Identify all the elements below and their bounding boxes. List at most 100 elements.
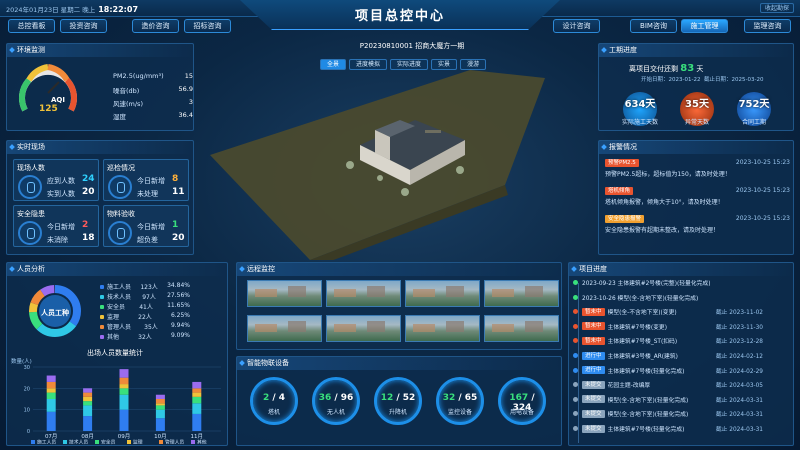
bar-segment <box>46 392 56 399</box>
env-title: 环境监测 <box>7 44 193 57</box>
tab-1[interactable]: 进度模拟 <box>349 59 388 70</box>
bim-model-view[interactable] <box>200 70 600 260</box>
progress-text: 主体建筑#7号楼(轻量化完成) <box>607 427 685 433</box>
legend-swatch <box>100 335 104 339</box>
worker-legend-row: 施工人员 123人 34.84% <box>100 282 190 291</box>
progress-date: 截止 2024-03-31 <box>715 427 763 433</box>
progress-item[interactable]: 未提交 花园主题-改编厚 截止 2024-03-05 <box>573 380 763 389</box>
nav-left-0[interactable]: 总控看板 <box>8 19 55 33</box>
bar-segment <box>46 381 56 389</box>
datetime: 2024年01月23日 星期二 晚上 18:22:07 <box>6 4 138 14</box>
progress-item[interactable]: 未提交 模型(全-含地下室)(轻量化完成) 截止 2024-03-31 <box>573 409 763 418</box>
progress-date: 截止 2024-02-29 <box>715 368 763 375</box>
status-dot <box>573 411 578 417</box>
progress-item[interactable]: 进行中 主体建筑#7号楼(轻量化完成) 截止 2024-02-29 <box>573 366 763 375</box>
progress-text: 主体建筑#3号楼_AR(建筑) <box>607 354 678 360</box>
camera-feed-3[interactable] <box>405 280 480 307</box>
progress-item[interactable]: 暂未中 主体建筑#7号楼_ST(扣码) 截止 2023-12-28 <box>573 336 763 345</box>
progress-text: 模型(全-含地下室)(轻量化完成) <box>607 412 689 419</box>
progress-item[interactable]: 暂未中 主体建筑#7号楼(变更) 截止 2023-11-30 <box>573 322 763 331</box>
progress-item[interactable]: 2023-10-26 模型(全-含地下室)(轻量化完成) <box>573 293 763 302</box>
personnel-card[interactable]: 现场人数 应到人数 24 实到人数 20 <box>13 159 99 201</box>
progress-date: 截止 2024-03-05 <box>715 383 763 390</box>
nav-right-3[interactable]: 监理咨询 <box>744 19 791 33</box>
device-tower-crane[interactable]: 2 / 4 塔机 <box>250 377 298 425</box>
nav-left-2[interactable]: 造价咨询 <box>132 19 179 33</box>
shield-icon <box>18 221 42 245</box>
status-badge: 未提交 <box>582 424 605 433</box>
progress-title: 项目进度 <box>569 263 793 276</box>
legend-swatch <box>100 305 104 309</box>
bar-segment <box>192 392 202 397</box>
camera-feed-8[interactable] <box>484 315 559 342</box>
worker-legend-row: 安全员 41人 11.65% <box>100 302 190 311</box>
env-row-2: 风速(m/s) 3 <box>113 98 193 108</box>
progress-item[interactable]: 进行中 主体建筑#3号楼_AR(建筑) 截止 2024-02-12 <box>573 351 763 360</box>
inspection-card[interactable]: 巡检情况 今日新增 8 未处理 11 <box>103 159 189 201</box>
status-dot <box>573 309 578 315</box>
nav-right-2[interactable]: 施工管理 <box>681 19 728 33</box>
safety-card[interactable]: 安全隐患 今日新增 2 未消除 18 <box>13 205 99 247</box>
box-icon <box>108 221 132 245</box>
camera-feed-4[interactable] <box>484 280 559 307</box>
device-camera[interactable]: 32 / 65 监控设备 <box>436 377 484 425</box>
material-card[interactable]: 物料验收 今日新增 1 超负差 20 <box>103 205 189 247</box>
tab-3[interactable]: 实景 <box>431 59 458 70</box>
nav-right-1[interactable]: BIM咨询 <box>630 19 677 33</box>
series-legend-swatch <box>95 440 99 444</box>
camera-feed-2[interactable] <box>326 280 401 307</box>
bar-segment <box>119 369 129 378</box>
worker-legend-row: 技术人员 97人 27.56% <box>100 292 190 301</box>
status-badge: 进行中 <box>582 351 605 360</box>
header: 2024年01月23日 星期二 晚上 18:22:07 项目总控中心 收起勘探 <box>0 0 800 40</box>
deadline-line: 离项目交付还剩 83 天 <box>629 63 704 74</box>
camera-feed-6[interactable] <box>326 315 401 342</box>
alert-item-2[interactable]: 安全隐患报警 2023-10-25 15:23 安全隐患报警有超期未整改，请及时处理… <box>605 215 790 234</box>
bar-segment <box>46 399 56 412</box>
progress-date: 截止 2024-03-31 <box>715 412 763 419</box>
site-title: 实时现场 <box>7 141 193 154</box>
progress-item[interactable]: 2023-09-23 主体建筑#2号楼(完整)(轻量化完成) <box>573 278 763 287</box>
device-lift[interactable]: 12 / 52 升降机 <box>374 377 422 425</box>
status-dot <box>573 382 578 388</box>
progress-item[interactable]: 未提交 模型(全-含地下室)(轻量化完成) 截止 2024-03-31 <box>573 395 763 404</box>
series-legend-swatch <box>63 440 67 444</box>
login-button[interactable]: 收起勘探 <box>759 3 794 13</box>
camera-feed-5[interactable] <box>247 315 322 342</box>
bar-segment <box>155 409 165 419</box>
bar-segment <box>46 388 56 393</box>
alert-item-0[interactable]: 预警PM2.5 2023-10-25 15:23 预警PM2.5超标，超标值为150… <box>605 159 790 178</box>
stat-contract-days: 752天 合同工期 <box>737 92 771 126</box>
stat-actual-days: 634天 实际施工天数 <box>622 92 658 126</box>
tab-4[interactable]: 漫游 <box>460 59 487 70</box>
chart-title: 出场人员数量统计 <box>87 349 143 357</box>
bar-segment <box>192 396 202 404</box>
progress-text: 2023-09-23 主体建筑#2号楼(完整)(轻量化完成) <box>582 281 711 287</box>
progress-date: 截止 2024-03-31 <box>715 397 763 404</box>
bar-segment <box>83 392 93 397</box>
tab-0[interactable]: 全景 <box>320 59 347 70</box>
tab-2[interactable]: 实际进度 <box>390 59 429 70</box>
nav-right-0[interactable]: 设计咨询 <box>553 19 600 33</box>
legend-swatch <box>100 315 104 319</box>
device-power[interactable]: 167 / 324 用电设备 <box>498 377 546 425</box>
bar-segment <box>155 403 165 406</box>
progress-text: 模型(全-含地下室)(轻量化完成) <box>607 397 689 404</box>
page-title: 项目总控中心 <box>354 9 445 24</box>
alert-item-1[interactable]: 塔机倾角 2023-10-25 15:23 塔机倾角报警，倾角大于10°，请及时处理… <box>605 187 790 206</box>
legend-swatch <box>100 285 104 289</box>
nav-left-1[interactable]: 投资咨询 <box>60 19 107 33</box>
status-badge: 暂未中 <box>582 307 605 316</box>
worker-legend-row: 管理人员 35人 9.94% <box>100 322 190 331</box>
progress-item[interactable]: 未提交 主体建筑#7号楼(轻量化完成) 截止 2024-03-31 <box>573 424 763 433</box>
camera-feed-7[interactable] <box>405 315 480 342</box>
project-name: P20230810001 招商大魔方一期 <box>359 42 465 50</box>
camera-feed-1[interactable] <box>247 280 322 307</box>
bar-segment <box>192 381 202 389</box>
aqi-gauge <box>18 64 78 112</box>
nav-left-3[interactable]: 招标咨询 <box>184 19 231 33</box>
progress-item[interactable]: 暂未中 模型(全-不含地下室)(变更) 截止 2023-11-02 <box>573 307 763 316</box>
device-drone[interactable]: 36 / 96 无人机 <box>312 377 360 425</box>
time-text: 18:22:07 <box>98 5 139 14</box>
view-tabs: 全景 进度模拟 实际进度 实景 漫游 <box>320 59 487 70</box>
